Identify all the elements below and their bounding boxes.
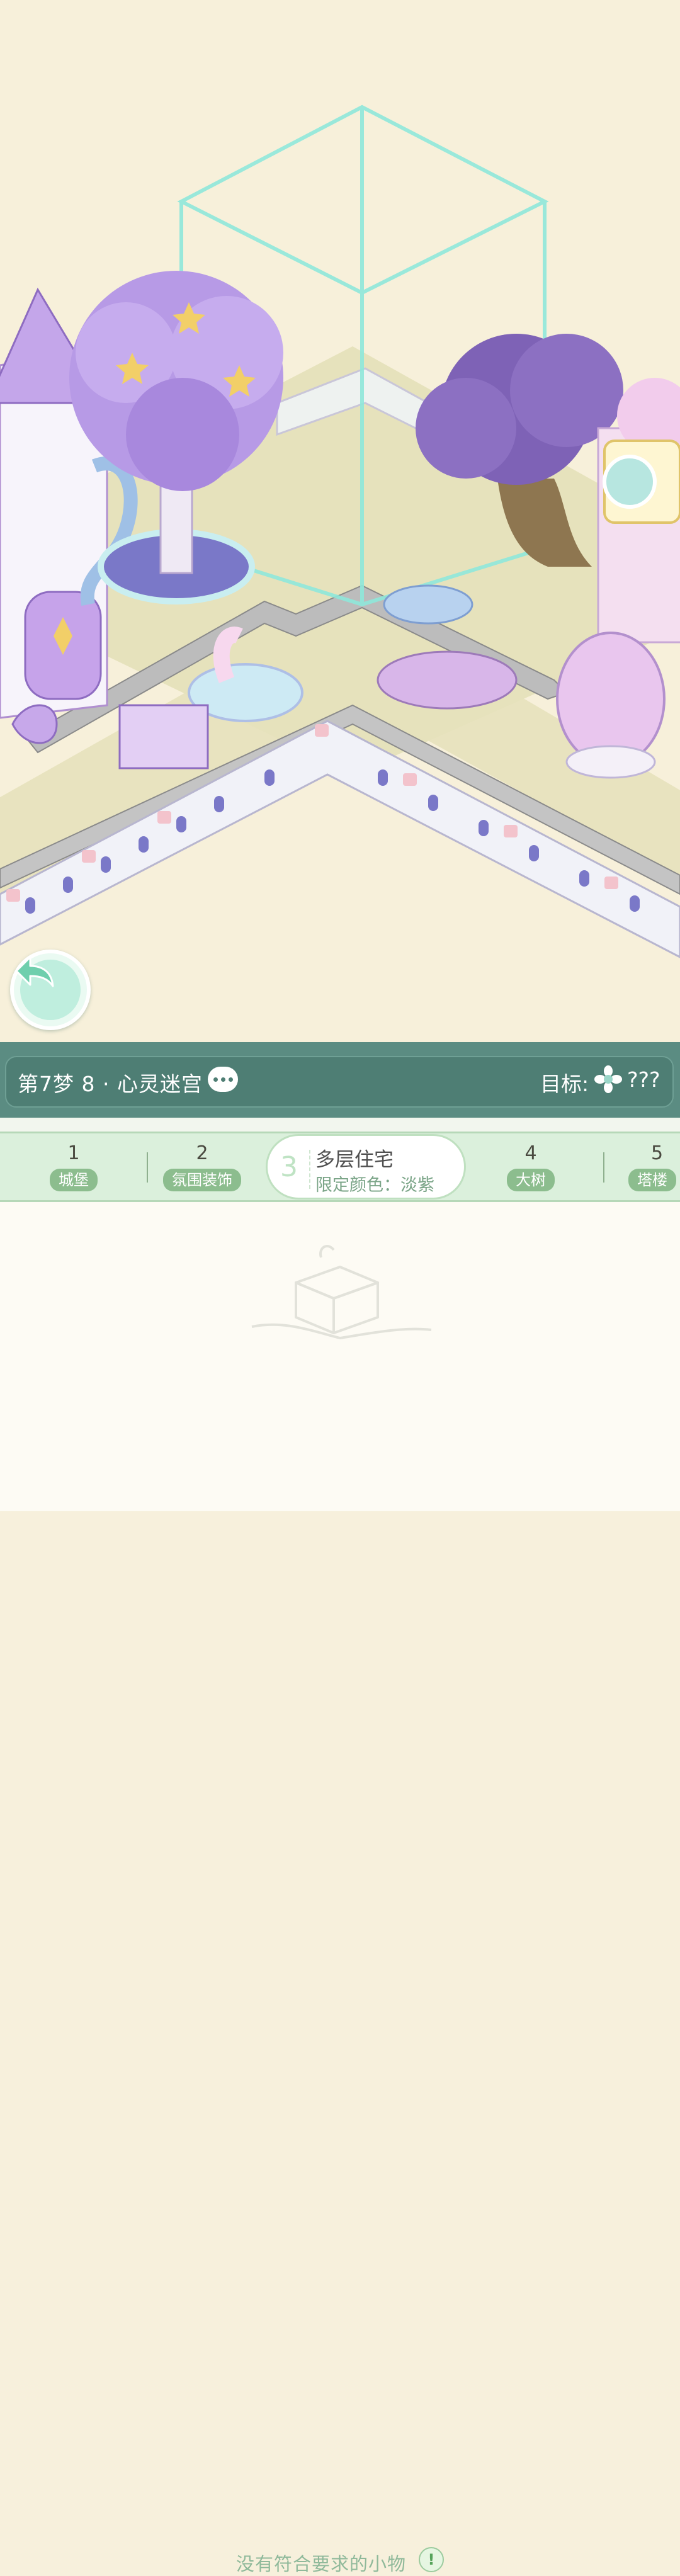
back-arrow-icon	[15, 956, 81, 1020]
isometric-garden-illustration	[0, 105, 680, 958]
tab-separator	[309, 1150, 310, 1189]
tab-number: 1	[67, 1142, 80, 1164]
tab-title: 多层住宅	[315, 1149, 394, 1171]
empty-box-icon	[251, 1245, 432, 1339]
tab-divider	[603, 1152, 604, 1183]
tab-category: 大树	[507, 1169, 555, 1191]
tab-multi-story-house[interactable]: 3 多层住宅 限定颜色：淡紫	[266, 1134, 466, 1200]
level-title: 第7梦 8 · 心灵迷宫	[18, 1072, 203, 1096]
item-list-area: 没有符合要求的小物 !	[0, 1202, 680, 2575]
panel-strip	[0, 1118, 680, 1132]
tab-number: 4	[524, 1142, 537, 1164]
exclamation-icon[interactable]: !	[419, 2547, 444, 2572]
tab-category: 塔楼	[628, 1169, 676, 1191]
tab-divider	[147, 1152, 148, 1183]
back-button[interactable]	[10, 950, 91, 1030]
target-label: 目标:	[540, 1072, 589, 1096]
tab-number: 5	[651, 1142, 664, 1164]
target-value: ???	[627, 1067, 660, 1092]
tab-castle[interactable]: 1 城堡	[39, 1133, 108, 1200]
game-scene[interactable]	[0, 0, 680, 1042]
empty-message: 没有符合要求的小物	[236, 2553, 407, 2575]
sparkle-flower-icon	[594, 1065, 622, 1093]
tab-big-tree[interactable]: 4 大树	[497, 1133, 564, 1200]
tab-tower[interactable]: 5 塔楼	[628, 1133, 680, 1200]
tab-number: 2	[196, 1142, 208, 1164]
tab-category: 城堡	[50, 1169, 98, 1191]
tab-number: 3	[280, 1151, 298, 1183]
tab-category: 氛围装饰	[163, 1169, 241, 1191]
tab-atmosphere-decor[interactable]: 2 氛围装饰	[155, 1133, 249, 1200]
tab-subtitle: 限定颜色：淡紫	[315, 1176, 434, 1195]
chat-bubble-icon[interactable]	[208, 1067, 238, 1092]
